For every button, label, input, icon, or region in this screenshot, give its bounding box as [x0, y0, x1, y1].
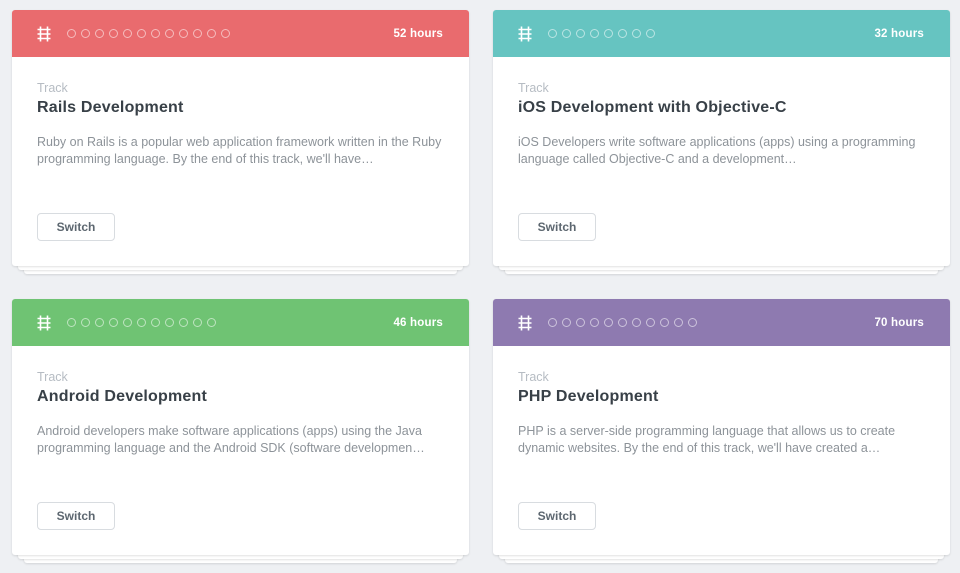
progress-dot [590, 318, 599, 327]
track-card[interactable]: 52 hours Track Rails Development Ruby on… [12, 10, 469, 266]
progress-dot [548, 318, 557, 327]
hours-label: 46 hours [393, 316, 443, 329]
track-card-php: 70 hours Track PHP Development PHP is a … [493, 299, 950, 563]
progress-dot [618, 318, 627, 327]
track-kicker: Track [37, 81, 68, 95]
track-icon [518, 315, 532, 331]
progress-dot [151, 29, 160, 38]
progress-dot [81, 318, 90, 327]
track-icon [37, 26, 51, 42]
progress-dot [207, 29, 216, 38]
progress-dot [618, 29, 627, 38]
progress-dot [646, 318, 655, 327]
switch-button[interactable]: Switch [37, 213, 115, 241]
track-card[interactable]: 70 hours Track PHP Development PHP is a … [493, 299, 950, 555]
track-card-rails: 52 hours Track Rails Development Ruby on… [12, 10, 469, 274]
progress-dot [137, 29, 146, 38]
progress-dot [207, 318, 216, 327]
card-header: 32 hours [493, 10, 950, 57]
progress-dot [604, 29, 613, 38]
track-description: PHP is a server-side programming languag… [518, 424, 896, 455]
progress-dot [590, 29, 599, 38]
progress-dot [179, 29, 188, 38]
progress-dot [193, 29, 202, 38]
track-description: Android developers make software applica… [37, 424, 425, 455]
track-icon [518, 26, 532, 42]
progress-dot [221, 29, 230, 38]
progress-dots [67, 29, 393, 38]
track-card[interactable]: 46 hours Track Android Development Andro… [12, 299, 469, 555]
progress-dot [646, 29, 655, 38]
track-grid: 52 hours Track Rails Development Ruby on… [0, 0, 960, 573]
progress-dot [95, 29, 104, 38]
track-description: Ruby on Rails is a popular web applicati… [37, 135, 442, 166]
progress-dot [562, 318, 571, 327]
track-kicker: Track [518, 370, 549, 384]
track-card[interactable]: 32 hours Track iOS Development with Obje… [493, 10, 950, 266]
track-card-android: 46 hours Track Android Development Andro… [12, 299, 469, 563]
progress-dot [81, 29, 90, 38]
progress-dot [660, 318, 669, 327]
progress-dot [548, 29, 557, 38]
card-header: 70 hours [493, 299, 950, 346]
track-description: iOS Developers write software applicatio… [518, 135, 916, 166]
progress-dots [548, 318, 874, 327]
track-title[interactable]: Android Development [37, 388, 444, 406]
progress-dot [604, 318, 613, 327]
switch-button[interactable]: Switch [37, 502, 115, 530]
track-icon [37, 315, 51, 331]
track-card-ios: 32 hours Track iOS Development with Obje… [493, 10, 950, 274]
progress-dot [137, 318, 146, 327]
track-kicker: Track [37, 370, 68, 384]
progress-dot [109, 318, 118, 327]
progress-dot [165, 318, 174, 327]
track-title[interactable]: PHP Development [518, 388, 925, 406]
progress-dot [165, 29, 174, 38]
progress-dot [576, 29, 585, 38]
switch-button[interactable]: Switch [518, 502, 596, 530]
progress-dot [193, 318, 202, 327]
progress-dot [674, 318, 683, 327]
track-kicker: Track [518, 81, 549, 95]
progress-dot [151, 318, 160, 327]
hours-label: 32 hours [874, 27, 924, 40]
track-title[interactable]: iOS Development with Objective-C [518, 99, 925, 117]
progress-dot [67, 29, 76, 38]
switch-button[interactable]: Switch [518, 213, 596, 241]
progress-dots [548, 29, 874, 38]
hours-label: 70 hours [874, 316, 924, 329]
progress-dots [67, 318, 393, 327]
card-header: 46 hours [12, 299, 469, 346]
progress-dot [688, 318, 697, 327]
progress-dot [109, 29, 118, 38]
progress-dot [123, 318, 132, 327]
card-header: 52 hours [12, 10, 469, 57]
hours-label: 52 hours [393, 27, 443, 40]
progress-dot [179, 318, 188, 327]
track-title[interactable]: Rails Development [37, 99, 444, 117]
progress-dot [632, 318, 641, 327]
progress-dot [123, 29, 132, 38]
progress-dot [67, 318, 76, 327]
progress-dot [632, 29, 641, 38]
progress-dot [576, 318, 585, 327]
progress-dot [562, 29, 571, 38]
progress-dot [95, 318, 104, 327]
